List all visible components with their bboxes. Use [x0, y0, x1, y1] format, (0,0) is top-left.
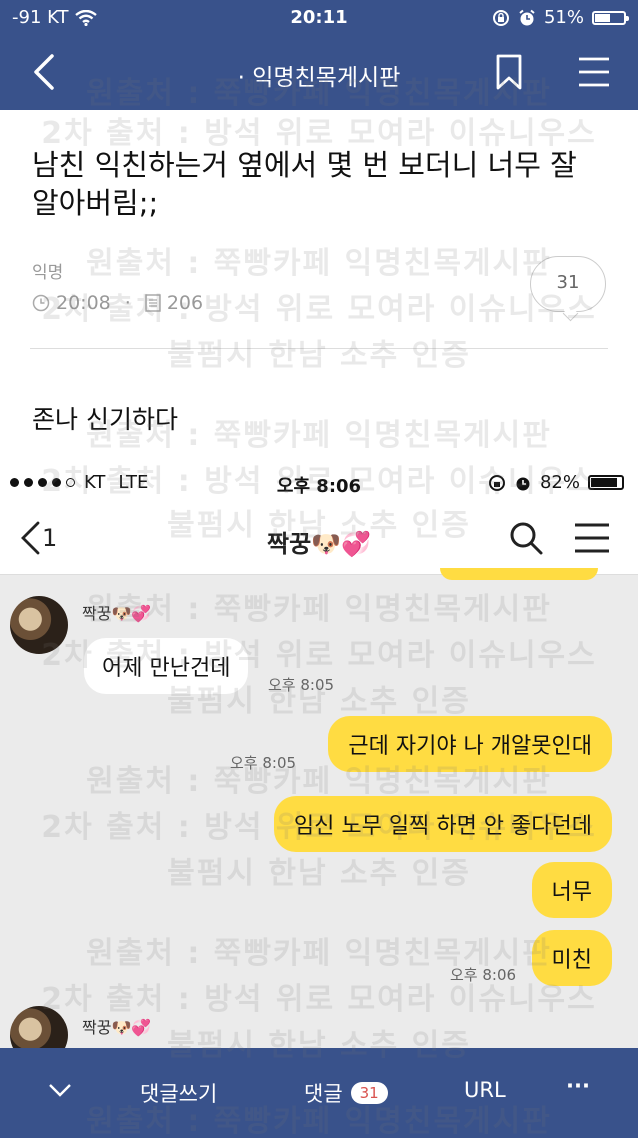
divider [30, 348, 608, 349]
more-button[interactable]: ··· [566, 1074, 590, 1098]
chat-message: 임신 노무 일찍 하면 안 좋다던데 [273, 796, 612, 852]
url-button[interactable]: URL [464, 1078, 506, 1102]
comment-count-bubble[interactable]: 31 [530, 256, 606, 312]
write-comment-button[interactable]: 댓글쓰기 [140, 1078, 217, 1108]
embedded-status-bar: KT LTE 오후 8:06 82% [0, 460, 638, 506]
rotation-lock-icon [488, 474, 505, 491]
battery-icon [588, 475, 624, 490]
watermark-line: 불펌시 한남 소추 인증 [167, 338, 471, 373]
message-time: 오후 8:06 [450, 966, 517, 984]
views-icon [145, 294, 161, 312]
avatar[interactable] [10, 1006, 68, 1048]
rotation-lock-icon [492, 9, 509, 26]
post-views: 206 [166, 292, 204, 314]
post-body: 존나 신기하다 [32, 405, 178, 434]
post-title: 남친 익친하는거 옆에서 몇 번 보더니 너무 잘 알아버림;; [32, 148, 577, 220]
chat-message: 근데 자기야 나 개알못인대 [328, 716, 612, 772]
chat-message: 미친 [531, 930, 612, 986]
battery-percent: 51% [543, 7, 584, 28]
alarm-icon [519, 9, 535, 25]
search-icon[interactable] [508, 520, 544, 556]
comment-count-badge: 31 [350, 1082, 388, 1104]
sender-name: 짝꿍🐶💞 [82, 604, 152, 623]
battery-icon [592, 10, 629, 25]
embedded-chat-header: 1 짝꿍🐶💞 [0, 506, 638, 575]
post-time: 20:08 [56, 292, 111, 314]
collapse-button[interactable] [48, 1082, 72, 1098]
sender-name: 짝꿍🐶💞 [82, 1018, 152, 1037]
chat-message: 어제 만난건데 [84, 638, 249, 694]
post-meta: 20:08 · 206 [32, 292, 203, 314]
chat-message: 너무 [531, 862, 612, 918]
embedded-battery-percent: 82% [539, 472, 580, 493]
nav-bar: · 익명친목게시판 [0, 36, 638, 110]
menu-icon[interactable] [574, 522, 610, 554]
clock-icon [32, 294, 50, 312]
post-author: 익명 [32, 263, 64, 283]
comments-button[interactable]: 댓글 31 [304, 1078, 388, 1108]
embedded-chat-screenshot: KT LTE 오후 8:06 82% 1 짝꿍🐶💞 짝꿍🐶💞 어제 만난건데 오… [0, 460, 638, 1048]
page-title: · 익명친목게시판 [237, 65, 401, 91]
chevron-down-icon [49, 1084, 71, 1097]
bookmark-icon[interactable] [496, 54, 522, 90]
previous-message-bubble [440, 568, 598, 580]
alarm-icon [516, 477, 530, 490]
comments-label: 댓글 [304, 1082, 343, 1106]
message-time: 오후 8:05 [268, 676, 335, 694]
menu-icon[interactable] [578, 56, 610, 88]
bottom-toolbar: 댓글쓰기 댓글 31 URL ··· [0, 1048, 638, 1138]
message-time: 오후 8:05 [230, 754, 297, 772]
avatar[interactable] [10, 596, 68, 654]
status-bar: -91 KT 20:11 51% [0, 0, 638, 36]
